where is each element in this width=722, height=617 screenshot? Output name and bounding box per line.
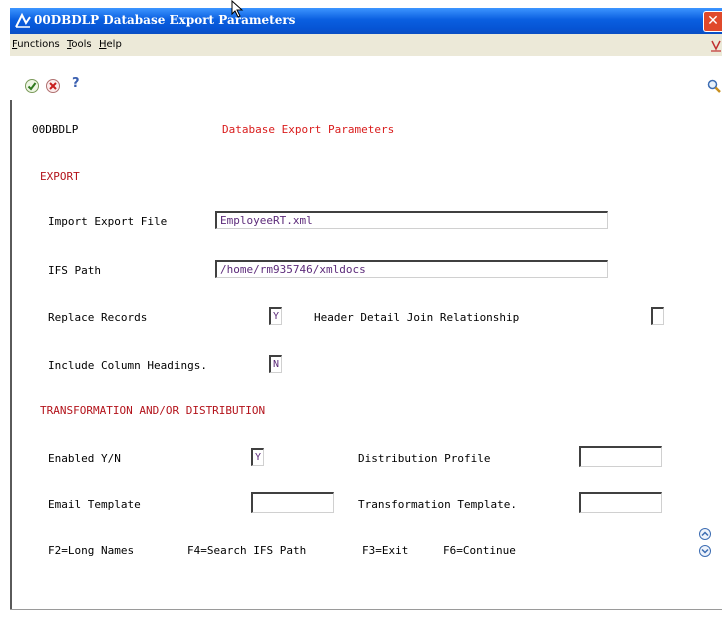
menu-functions[interactable]: Functions <box>12 39 60 50</box>
fkey-f2-long-names[interactable]: F2=Long Names <box>48 544 134 557</box>
jde-logo-icon <box>15 12 31 28</box>
scroll-up-icon[interactable] <box>698 527 712 541</box>
transformation-template-input[interactable] <box>579 492 662 513</box>
section-transformation: TRANSFORMATION AND/OR DISTRIBUTION <box>40 404 266 417</box>
import-export-file-input[interactable]: EmployeeRT.xml <box>215 211 608 229</box>
mouse-cursor-icon <box>231 0 244 18</box>
header-detail-join-label: Header Detail Join Relationship <box>314 311 520 324</box>
scroll-down-icon[interactable] <box>698 544 712 558</box>
email-template-label: Email Template <box>48 498 141 511</box>
ifs-path-input[interactable]: /home/rm935746/xmldocs <box>215 260 608 278</box>
include-column-headings-label: Include Column Headings. <box>48 359 207 372</box>
replace-records-input[interactable]: Y <box>269 307 282 325</box>
restore-icon[interactable] <box>710 37 722 53</box>
replace-records-label: Replace Records <box>48 311 148 324</box>
import-export-file-label: Import Export File <box>48 215 168 228</box>
magnifier-icon[interactable] <box>706 78 722 94</box>
menu-help[interactable]: Help <box>99 39 122 50</box>
close-button[interactable]: ✕ <box>703 11 722 32</box>
ifs-path-label: IFS Path <box>48 264 101 277</box>
enabled-label: Enabled Y/N <box>48 452 121 465</box>
transformation-template-label: Transformation Template. <box>358 498 517 511</box>
screen-title: Database Export Parameters <box>222 123 395 136</box>
email-template-input[interactable] <box>251 492 334 513</box>
distribution-profile-input[interactable] <box>579 446 662 467</box>
include-column-headings-input[interactable]: N <box>269 355 282 373</box>
header-detail-join-input[interactable] <box>651 307 664 325</box>
fkey-f3-exit[interactable]: F3=Exit <box>362 544 408 557</box>
cancel-icon[interactable] <box>45 78 61 94</box>
enabled-input[interactable]: Y <box>251 448 264 466</box>
help-button[interactable]: ? <box>72 76 80 91</box>
menu-tools[interactable]: Tools <box>67 39 92 50</box>
menubar: Functions Tools Help <box>10 34 722 57</box>
window-titlebar: 00DBDLP Database Export Parameters ✕ <box>10 8 722 34</box>
section-export: EXPORT <box>40 170 80 183</box>
bottom-border <box>10 609 722 610</box>
distribution-profile-label: Distribution Profile <box>358 452 491 465</box>
window-title: 00DBDLP Database Export Parameters <box>34 13 296 27</box>
fkey-f6-continue[interactable]: F6=Continue <box>443 544 516 557</box>
program-id: 00DBDLP <box>32 123 79 136</box>
form-area: 00DBDLP Database Export Parameters EXPOR… <box>10 100 722 610</box>
toolbar: ? <box>10 56 722 100</box>
checkmark-icon[interactable] <box>24 78 40 94</box>
fkey-f4-search-ifs-path[interactable]: F4=Search IFS Path <box>187 544 306 557</box>
